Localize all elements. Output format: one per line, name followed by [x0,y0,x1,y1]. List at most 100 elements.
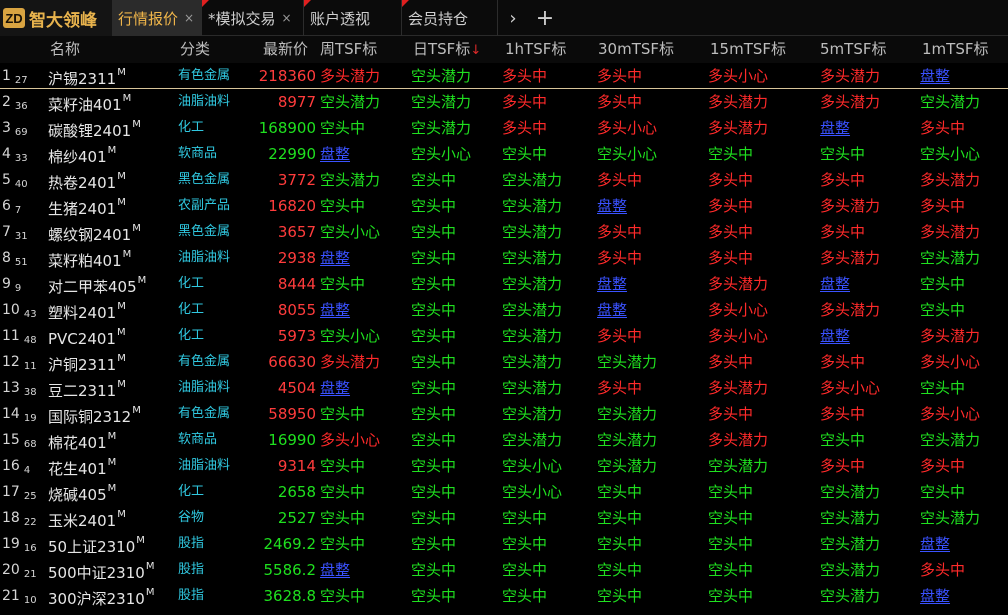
table-row[interactable]: 11 48 PVC2401M 化工 5973 空头小心 空头中 空头潜力 多头中 多头小心 盘整 多头… [0,323,1008,349]
table-row[interactable]: 10 43 塑料2401M 化工 8055 盘整 空头中 空头潜力 盘整 多头小心 多头潜力 空头中 [0,297,1008,323]
table-row[interactable]: 4 33 棉纱401M 软商品 22990 盘整 空头小心 空头中 空头小心 空头中 空头中 空头小心 [0,141,1008,167]
table-row[interactable]: 15 68 棉花401M 软商品 16990 多头小心 空头中 空头潜力 空头潜力 多头潜力 空头中… [0,427,1008,453]
table-row[interactable]: 2 36 菜籽油401M 油脂油料 8977 空头潜力 空头潜力 多头中 多头中 多头潜力 多头潜力… [0,89,1008,115]
tab-simulated-trading[interactable]: *模拟交易 × [202,0,304,36]
col-1h-tsf[interactable]: 1hTSF标 [505,36,566,63]
instrument-name[interactable]: 螺纹钢2401M [48,219,141,245]
tsf-signal-h1: 空头中 [502,509,548,527]
instrument-label: 沪铜2311 [48,356,117,374]
table-row[interactable]: 17 25 烧碱405M 化工 2658 空头中 空头中 空头小心 空头中 空头中 空头潜力 空头中 [0,479,1008,505]
tsf-signal-weekly: 空头小心 [320,223,381,241]
table-row[interactable]: 19 16 50上证2310M 股指 2469.2 空头中 空头中 空头中 空头中 空头中 空头潜力… [0,531,1008,557]
tsf-signal-m5: 空头潜力 [820,535,881,553]
instrument-name[interactable]: 沪锡2311M [48,63,126,89]
logo-icon: ZD [3,8,25,28]
table-row[interactable]: 6 7 生猪2401M 农副产品 16820 空头中 空头中 空头潜力 盘整 多头中 多头潜力 多头中 [0,193,1008,219]
tsf-signal-m30[interactable]: 盘整 [597,271,627,297]
instrument-category: 化工 [178,276,205,291]
tsf-signal-m5[interactable]: 盘整 [820,271,850,297]
col-weekly-tsf[interactable]: 周TSF标 [320,36,377,63]
table-row[interactable]: 16 4 花生401M 油脂油料 9314 空头中 空头中 空头小心 空头潜力 空头潜力 多头中 多头… [0,453,1008,479]
tab-member-positions[interactable]: 会员持仓 [402,0,498,36]
instrument-name[interactable]: PVC2401M [48,323,126,349]
tsf-signal-h1: 空头中 [502,535,548,553]
chevron-right-icon[interactable]: › [501,0,525,36]
instrument-name[interactable]: 热卷2401M [48,167,126,193]
tab-account-view[interactable]: 账户透视 [304,0,402,36]
table-row[interactable]: 18 22 玉米2401M 谷物 2527 空头中 空头中 空头中 空头中 空头中 空头潜力 空头潜力 [0,505,1008,531]
instrument-name[interactable]: 300沪深2310M [48,583,154,609]
add-tab-button[interactable]: + [532,0,558,36]
instrument-name[interactable]: 菜籽油401M [48,89,131,115]
col-30m-tsf[interactable]: 30mTSF标 [598,36,674,63]
tsf-signal-weekly[interactable]: 盘整 [320,141,350,167]
col-category[interactable]: 分类 [180,36,210,63]
latest-price: 2527 [277,509,316,527]
instrument-name[interactable]: 玉米2401M [48,505,126,531]
instrument-name[interactable]: 碳酸锂2401M [48,115,141,141]
instrument-label: 国际铜2312 [48,408,132,426]
table-row[interactable]: 3 69 碳酸锂2401M 化工 168900 空头中 空头潜力 多头中 多头小心 多头潜力 盘整 多… [0,115,1008,141]
tsf-signal-weekly: 空头小心 [320,327,381,345]
close-icon[interactable]: × [184,11,194,25]
instrument-name[interactable]: 50上证2310M [48,531,145,557]
tsf-signal-weekly[interactable]: 盘整 [320,297,350,323]
instrument-name[interactable]: 豆二2311M [48,375,126,401]
col-price[interactable]: 最新价 [263,36,308,63]
main-contract-mark: M [122,249,132,260]
row-number: 16 [2,458,20,474]
table-row[interactable]: 20 21 500中证2310M 股指 5586.2 盘整 空头中 空头中 空头中 空头中 空头潜力… [0,557,1008,583]
instrument-name[interactable]: 棉纱401M [48,141,116,167]
tsf-signal-weekly[interactable]: 盘整 [320,245,350,271]
row-rank: 25 [23,491,37,502]
tsf-signal-weekly[interactable]: 盘整 [320,375,350,401]
row-index: 1 27 [2,63,28,89]
tsf-signal-weekly[interactable]: 盘整 [320,557,350,583]
tab-label: *模拟交易 [208,9,276,28]
tsf-signal-m30[interactable]: 盘整 [597,193,627,219]
table-row[interactable]: 8 51 菜籽粕401M 油脂油料 2938 盘整 空头中 空头潜力 多头中 多头中 多头潜力 空头潜… [0,245,1008,271]
table-row[interactable]: 1 27 沪锡2311M 有色金属 218360 多头潜力 空头潜力 多头中 多头中 多头小心 多头… [0,63,1008,89]
instrument-name[interactable]: 沪铜2311M [48,349,126,375]
instrument-name[interactable]: 对二甲苯405M [48,271,146,297]
table-row[interactable]: 12 11 沪铜2311M 有色金属 66630 多头潜力 空头中 空头潜力 空头潜力 多头中 多头… [0,349,1008,375]
table-row[interactable]: 5 40 热卷2401M 黑色金属 3772 空头潜力 空头中 空头潜力 多头中 多头中 多头中 多头… [0,167,1008,193]
tsf-signal-m1[interactable]: 盘整 [920,583,950,609]
main-contract-mark: M [116,327,126,338]
instrument-name[interactable]: 500中证2310M [48,557,154,583]
row-number: 15 [2,432,20,448]
tsf-signal-m30: 空头潜力 [597,457,658,475]
main-contract-mark: M [117,197,126,208]
table-row[interactable]: 13 38 豆二2311M 油脂油料 4504 盘整 空头中 空头潜力 多头中 多头潜力 多头小心 空… [0,375,1008,401]
main-contract-mark: M [107,483,117,494]
tab-quotes[interactable]: 行情报价 × [112,0,202,36]
table-row[interactable]: 7 31 螺纹钢2401M 黑色金属 3657 空头小心 空头中 空头潜力 多头中 多头中 多头中 多… [0,219,1008,245]
instrument-name[interactable]: 棉花401M [48,427,116,453]
col-daily-tsf[interactable]: 日TSF标↓ [413,36,481,63]
instrument-name[interactable]: 烧碱405M [48,479,116,505]
col-1m-tsf[interactable]: 1mTSF标 [922,36,988,63]
tsf-signal-m1[interactable]: 盘整 [920,531,950,557]
col-15m-tsf[interactable]: 15mTSF标 [710,36,786,63]
col-name[interactable]: 名称 [50,36,80,63]
row-number: 11 [2,328,20,344]
latest-price: 8444 [277,275,316,293]
tsf-signal-m5[interactable]: 盘整 [820,323,850,349]
table-row[interactable]: 14 19 国际铜2312M 有色金属 58950 空头中 空头中 空头潜力 空头潜力 多头中 多头… [0,401,1008,427]
tsf-signal-m1[interactable]: 盘整 [920,63,950,89]
row-index: 18 22 [2,505,37,531]
instrument-name[interactable]: 菜籽粕401M [48,245,131,271]
tsf-signal-m15: 空头中 [708,561,754,579]
tsf-signal-m30[interactable]: 盘整 [597,297,627,323]
instrument-name[interactable]: 塑料2401M [48,297,126,323]
table-row[interactable]: 21 10 300沪深2310M 股指 3628.8 空头中 空头中 空头中 空头中 空头中 空头潜… [0,583,1008,609]
tsf-signal-m5[interactable]: 盘整 [820,115,850,141]
instrument-name[interactable]: 生猪2401M [48,193,126,219]
tsf-signal-m5: 多头潜力 [820,249,881,267]
instrument-name[interactable]: 花生401M [48,453,116,479]
tsf-signal-daily: 空头中 [411,509,457,527]
col-5m-tsf[interactable]: 5mTSF标 [820,36,886,63]
close-icon[interactable]: × [282,11,292,25]
instrument-name[interactable]: 国际铜2312M [48,401,141,427]
table-row[interactable]: 9 9 对二甲苯405M 化工 8444 空头中 空头中 空头潜力 盘整 多头潜力 盘整 空头中 [0,271,1008,297]
